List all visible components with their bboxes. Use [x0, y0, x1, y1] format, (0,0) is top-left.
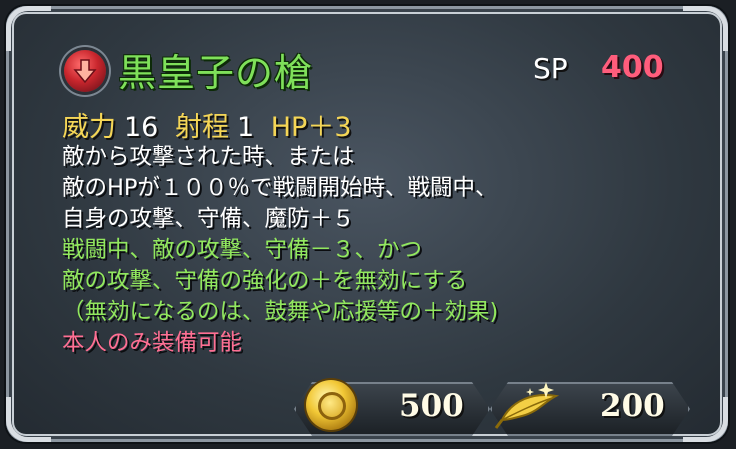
description-line: 敵の攻撃、守備の強化の＋を無効にする [62, 268, 468, 294]
range-value: 1 [236, 112, 255, 143]
weapon-stats: 威力 16 射程 1 HP＋3 [62, 105, 360, 144]
exclusive-note: 本人のみ装備可能 [62, 330, 243, 356]
description-line: （無効になるのは、鼓舞や応援等の＋効果) [62, 299, 499, 325]
weapon-type-icon [64, 50, 106, 92]
description-line: 敵から攻撃された時、または [62, 144, 355, 170]
gold-coin-icon [306, 380, 356, 430]
weapon-name: 黒皇子の槍 [118, 51, 314, 95]
gold-cost-value: 500 [399, 388, 464, 424]
spear-arrow-icon [73, 59, 97, 84]
hero-feather-icon [494, 382, 560, 429]
description-line: 自身の攻撃、守備、魔防＋５ [62, 206, 355, 232]
sp-label: SP [533, 52, 568, 85]
card-corner-ornament [6, 397, 51, 442]
description-line: 戦闘中、敵の攻撃、守備－３、かつ [62, 237, 423, 263]
feather-cost-value: 200 [600, 388, 665, 424]
card-corner-ornament [6, 6, 51, 51]
description-line: 敵のHPが１００％で戦闘開始時、戦闘中、 [62, 175, 498, 201]
might-value: 16 [124, 112, 159, 143]
sp-value: 400 [601, 50, 664, 85]
might-label: 威力 [62, 112, 116, 143]
range-label: 射程 [174, 112, 229, 143]
card-corner-ornament [683, 6, 728, 51]
weapon-description: 敵から攻撃された時、または 敵のHPが１００％で戦闘開始時、戦闘中、 自身の攻撃… [62, 142, 498, 359]
card-corner-ornament [683, 397, 728, 442]
hp-bonus: HP＋3 [270, 112, 352, 143]
